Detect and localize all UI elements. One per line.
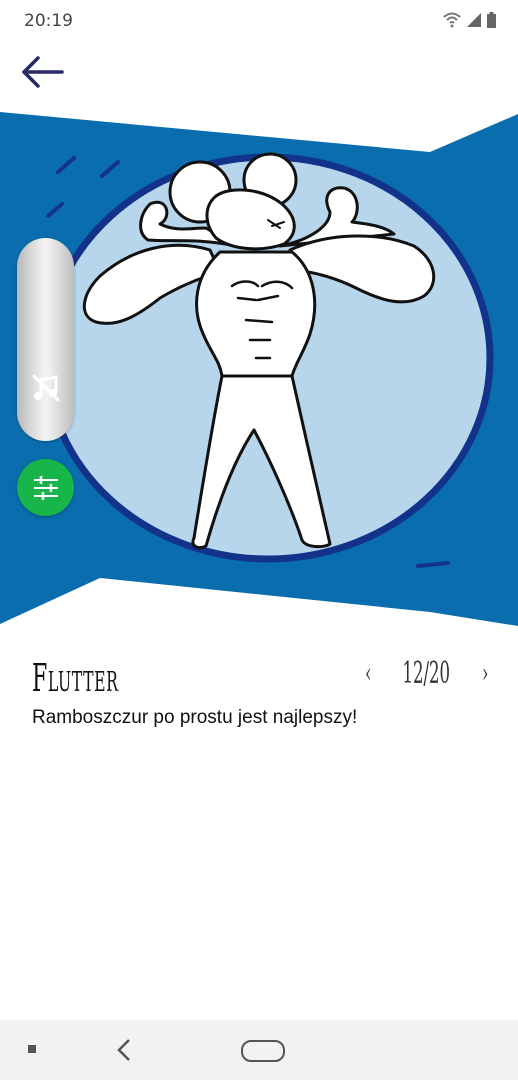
nav-recent-button[interactable] <box>28 1045 36 1053</box>
sliders-icon <box>33 475 58 500</box>
chevron-left-icon <box>117 1039 130 1061</box>
word-title: Flutter <box>32 656 119 700</box>
pager: ‹ 12/20 › <box>363 656 490 691</box>
pager-next-button[interactable]: › <box>482 659 488 689</box>
nav-home-button[interactable] <box>241 1040 285 1062</box>
status-bar: 20:19 <box>0 0 518 40</box>
filter-button[interactable] <box>17 459 74 516</box>
pager-prev-button[interactable]: ‹ <box>365 659 371 689</box>
arrow-left-icon <box>22 56 64 88</box>
battery-icon <box>487 12 496 28</box>
status-time: 20:19 <box>24 11 73 31</box>
example-sentence: Ramboszczur po prostu jest najlepszy! <box>32 707 358 728</box>
music-off-icon <box>32 374 60 402</box>
audio-side-panel <box>17 238 74 441</box>
pager-count: 12/20 <box>402 656 451 691</box>
mute-music-button[interactable] <box>30 372 62 404</box>
signal-icon <box>467 13 481 27</box>
nav-back-button[interactable] <box>112 1036 136 1064</box>
back-button[interactable] <box>18 52 68 92</box>
status-icons <box>443 12 496 28</box>
hero-illustration <box>0 112 518 626</box>
wifi-icon <box>443 12 461 28</box>
